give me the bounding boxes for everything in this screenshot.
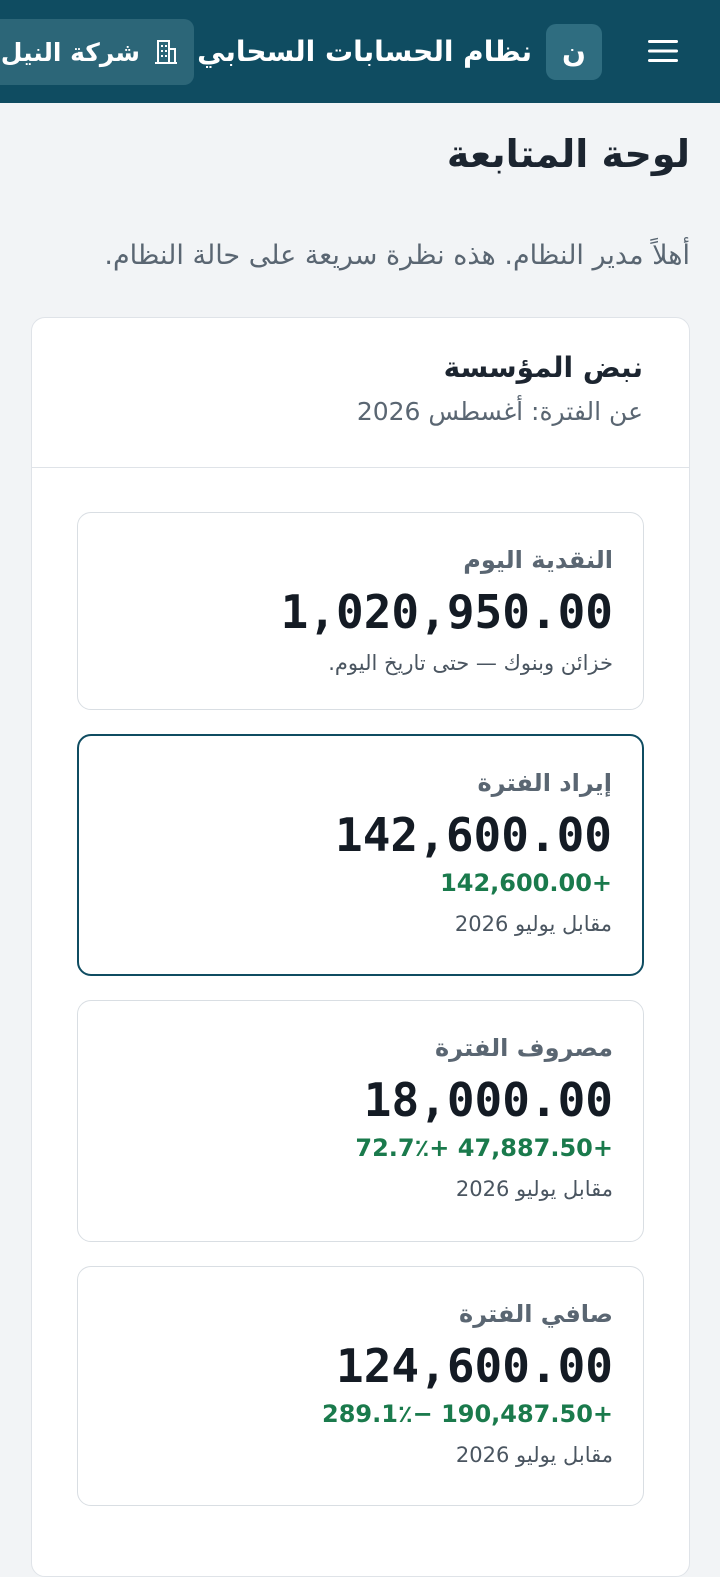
kpi-card-period-revenue[interactable]: إيراد الفترة 142,600.00 +142,600.00 مقاب…: [77, 734, 644, 976]
hamburger-menu-icon: [648, 40, 678, 62]
kpi-value: 124,600.00: [336, 1339, 613, 1393]
panel-header: نبض المؤسسة عن الفترة: أغسطس 2026: [32, 318, 689, 468]
kpi-label: صافي الفترة: [459, 1300, 613, 1328]
welcome-message: أهلاً مدير النظام. هذه نظرة سريعة على حا…: [104, 240, 690, 271]
kpi-note: مقابل يوليو 2026: [455, 1443, 613, 1467]
top-app-bar: ن نظام الحسابات السحابي شركة النيل: [0, 0, 720, 103]
panel-title: نبض المؤسسة: [443, 351, 643, 384]
kpi-card-period-net[interactable]: صافي الفترة 124,600.00 +190,487.50 −289.…: [77, 1266, 644, 1506]
kpi-label: النقدية اليوم: [463, 546, 613, 574]
kpi-card-cash-today[interactable]: النقدية اليوم 1,020,950.00 خزائن وبنوك —…: [77, 512, 644, 710]
kpi-label: إيراد الفترة: [477, 769, 612, 797]
company-name: شركة النيل: [0, 37, 140, 67]
kpi-delta: +47,887.50 +72.7٪: [355, 1134, 613, 1162]
kpi-card-period-expense[interactable]: مصروف الفترة 18,000.00 +47,887.50 +72.7٪…: [77, 1000, 644, 1242]
kpi-note: مقابل يوليو 2026: [455, 1177, 613, 1201]
kpi-delta: +142,600.00: [440, 869, 612, 897]
app-title: نظام الحسابات السحابي: [197, 35, 532, 68]
company-switcher-button[interactable]: شركة النيل: [0, 19, 194, 85]
kpi-note: خزائن وبنوك — حتى تاريخ اليوم.: [328, 651, 613, 675]
menu-button[interactable]: [646, 32, 680, 70]
organization-pulse-panel: نبض المؤسسة عن الفترة: أغسطس 2026 النقدي…: [31, 317, 690, 1577]
kpi-value: 1,020,950.00: [280, 585, 613, 639]
app-logo-avatar: ن: [546, 24, 602, 80]
kpi-note: مقابل يوليو 2026: [454, 912, 612, 936]
kpi-value: 18,000.00: [363, 1073, 613, 1127]
kpi-delta: +190,487.50 −289.1٪: [322, 1400, 613, 1428]
building-icon: [155, 40, 177, 64]
kpi-label: مصروف الفترة: [435, 1034, 613, 1062]
kpi-value: 142,600.00: [335, 808, 612, 862]
page-title: لوحة المتابعة: [446, 132, 690, 176]
panel-period: عن الفترة: أغسطس 2026: [356, 397, 643, 426]
